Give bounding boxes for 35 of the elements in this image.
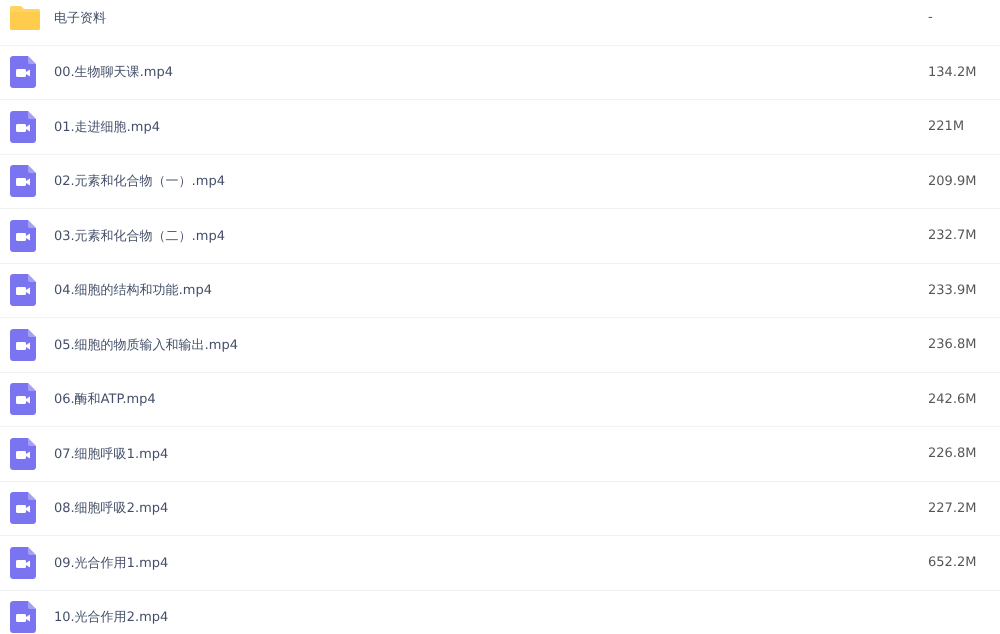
- video-file-icon: [10, 438, 36, 470]
- file-name[interactable]: 电子资料: [54, 8, 928, 27]
- file-size: 652.2M: [928, 555, 978, 570]
- file-name[interactable]: 08.细胞呼吸2.mp4: [54, 499, 928, 518]
- video-file-icon: [10, 110, 36, 143]
- file-size: 221M: [928, 119, 966, 134]
- file-size: 227.2M: [928, 500, 978, 516]
- video-file-icon: [10, 220, 36, 252]
- video-file-icon: [10, 492, 36, 524]
- file-name[interactable]: 07.细胞呼吸1.mp4: [54, 444, 928, 463]
- video-file-icon: [10, 328, 36, 361]
- folder-icon: [10, 6, 40, 30]
- file-size: 233.9M: [928, 282, 978, 298]
- file-name[interactable]: 04.细胞的结构和功能.mp4: [54, 281, 928, 300]
- file-size: 236.8M: [928, 337, 978, 352]
- file-name[interactable]: 01.走进细胞.mp4: [54, 118, 928, 136]
- file-size: -: [928, 10, 934, 26]
- file-size: 209.9M: [928, 174, 978, 189]
- file-name[interactable]: 05.细胞的物质输入和输出.mp4: [54, 336, 928, 354]
- file-name[interactable]: 00.生物聊天课.mp4: [54, 63, 928, 82]
- file-name[interactable]: 02.元素和化合物（一）.mp4: [54, 172, 928, 190]
- video-file-icon: [10, 56, 36, 88]
- video-file-icon: [10, 165, 36, 198]
- file-size: 226.8M: [928, 446, 978, 462]
- video-file-icon: [10, 601, 36, 634]
- file-name[interactable]: 06.酶和ATP.mp4: [54, 390, 928, 408]
- video-file-icon: [10, 274, 36, 306]
- file-size: 242.6M: [928, 392, 978, 407]
- file-name[interactable]: 09.光合作用1.mp4: [54, 554, 928, 572]
- file-size: 134.2M: [928, 64, 978, 80]
- file-size: 232.7M: [928, 228, 978, 244]
- file-name[interactable]: 10.光合作用2.mp4: [54, 608, 1000, 626]
- file-name[interactable]: 03.元素和化合物（二）.mp4: [54, 226, 928, 245]
- video-file-icon: [10, 546, 36, 579]
- video-file-icon: [10, 383, 36, 416]
